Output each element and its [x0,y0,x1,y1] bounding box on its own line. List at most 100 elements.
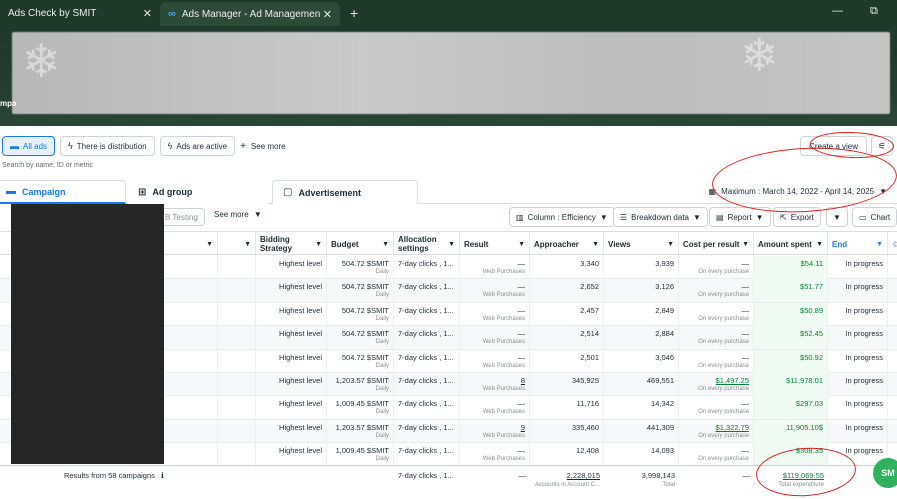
tab-advertisement[interactable]: ▢ Advertisement [272,180,418,204]
approacher-cell: 11,716 [530,396,604,420]
column-selector[interactable]: ▥ Column : Efficiency ▼ [509,207,615,227]
bidding-value: Highest level [279,352,322,362]
bidding-cell: Highest level [256,256,327,279]
alloc-cell: 7-day clicks , 1... [394,396,460,420]
budget-cell: 504.72 $SMIT Daily [327,326,394,350]
folder-icon: ▬ [10,141,19,151]
bidding-value: Highest level [279,259,322,268]
bidding-value: Highest level [279,446,322,456]
results-label: Results from 58 campaigns [64,471,155,480]
end-cell: In progress [828,256,888,279]
footer-allocation: 7-day clicks , 1... [398,471,454,480]
close-icon[interactable]: ✕ [323,8,332,21]
lightning-icon: ϟ [167,141,173,151]
close-icon[interactable]: ✕ [143,7,152,20]
chevron-down-icon: ▼ [592,240,599,248]
result-value[interactable]: 8 [521,376,525,385]
ad-frame-icon: ▢ [283,187,293,198]
chevron-down-icon: ▼ [667,240,674,248]
approacher-value: 12,408 [576,446,599,456]
budget-sub: Daily [375,292,389,299]
approacher-value: 11,716 [576,399,599,409]
allocation-column-header[interactable]: Allocation settings ▼ [394,232,460,256]
distribution-filter[interactable]: ϟ There is distribution [60,136,155,156]
report-button[interactable]: ▤ Report ▼ [709,207,771,227]
tab-ad-group[interactable]: ⊞ Ad group [128,180,268,204]
alloc-cell: 7-day clicks , 1... [394,419,460,443]
chip-label: Ads are active [176,141,228,151]
bidding-column-header[interactable]: Bidding Strategy ▼ [256,232,327,256]
header-label: Result [464,239,489,249]
new-tab-button[interactable]: + [350,0,358,26]
cost-value[interactable]: $1,497.25 [716,376,749,385]
bidding-cell: Highest level [256,349,327,373]
spent-column-header[interactable]: Amount spent ▼ [754,232,828,256]
search-input[interactable]: Search by name, ID or metric [0,162,500,176]
cost-value: — [741,282,750,292]
alloc-value: 7-day clicks , 1... [398,329,454,339]
header-label: Bidding Strategy [260,235,293,253]
header-label: Budget [331,239,359,249]
budget-column-header[interactable]: Budget ▼ [327,232,394,256]
bidding-value: Highest level [279,305,322,315]
export-button[interactable]: ⇱ Export [773,207,821,227]
spent-cell: $11,978.01 [754,373,828,396]
alloc-cell: 7-day clicks , 1... [394,373,460,396]
active-ads-filter[interactable]: ϟ Ads are active [159,136,236,156]
spent-cell: $54.11 [754,256,828,279]
views-column-header[interactable]: Views ▼ [604,232,679,256]
result-value[interactable]: 9 [521,423,525,432]
header-label: Approacher [534,239,579,249]
breakdown-button[interactable]: ☰ Breakdown data ▼ [613,207,708,227]
approacher-column-header[interactable]: Approacher ▼ [530,232,604,256]
minimize-button[interactable]: — [832,0,843,22]
restore-button[interactable]: ⧉ [870,0,878,22]
end-value: In progress [845,259,883,268]
footer-spent: $119,069.55 Total expenditure [754,466,828,496]
end-column-header[interactable]: End ▼ [828,232,888,256]
browser-tab-ads-check[interactable]: Ads Check by SMIT ✕ [0,0,160,26]
delivery-column-header[interactable]: ▼ [218,232,256,256]
end-value: In progress [845,399,883,409]
approacher-value: 2,501 [580,352,599,362]
approacher-cell: 2,457 [530,302,604,326]
chat-bubble-button[interactable]: SM [873,458,897,488]
approacher-total[interactable]: 2,228,015 [567,471,600,480]
result-column-header[interactable]: Result ▼ [460,232,530,256]
budget-cell: 1,009.45 $SMIT Daily [327,443,394,467]
alloc-value: 7-day clicks , 1... [398,446,454,456]
banner-left-text: mpa [0,99,17,108]
see-more-actions[interactable]: See more ▼ [214,210,262,219]
spent-value: $297.03 [795,399,823,409]
create-view-button[interactable]: Create a view [800,136,867,156]
cost-value[interactable]: $1,322.79 [716,423,749,432]
budget-cell: 1,009.45 $SMIT Daily [327,396,394,420]
budget-value: 504.72 $SMIT [341,282,389,292]
info-icon[interactable]: ℹ [161,471,164,480]
chart-button[interactable]: ▭ Chart [852,207,897,227]
tab-title: Ads Check by SMIT [8,7,97,19]
views-cell: 2,849 [604,302,679,326]
columns-icon: ▥ [516,212,524,222]
snowflake-icon: ❄ [740,29,779,81]
cost-column-header[interactable]: Cost per result ▼ [679,232,754,256]
alloc-value: 7-day clicks , 1... [398,282,454,292]
views-value: 3,046 [655,352,674,362]
export-dropdown[interactable]: ▼ [826,207,848,227]
alloc-cell: 7-day clicks , 1... [394,302,460,326]
browser-tab-ads-manager[interactable]: ∞ Ads Manager - Ad Managemen ✕ [160,2,340,26]
button-label: Breakdown data [631,212,689,222]
date-range-picker[interactable]: ▦ Maximum : March 14, 2022 - April 14, 2… [703,181,893,201]
column-settings-icon[interactable]: ⚙ [888,232,897,256]
result-sub: Web Purchases [482,292,525,299]
tab-campaign[interactable]: ▬ Campaign [0,180,126,204]
settings-sliders-icon[interactable]: ⚟ [871,136,893,156]
level-tabs: ▬ Campaign ⊞ Ad group ▢ Advertisement ▦ … [0,180,897,204]
ab-testing-button[interactable]: B Testing [158,208,205,226]
see-more-filters[interactable]: + See more [240,141,286,152]
end-value: In progress [845,305,883,315]
spent-total[interactable]: $119,069.55 [783,471,824,480]
chevron-down-icon: ▼ [742,240,749,248]
delivery-cell [218,256,256,279]
all-ads-filter[interactable]: ▬ All ads [2,136,56,156]
